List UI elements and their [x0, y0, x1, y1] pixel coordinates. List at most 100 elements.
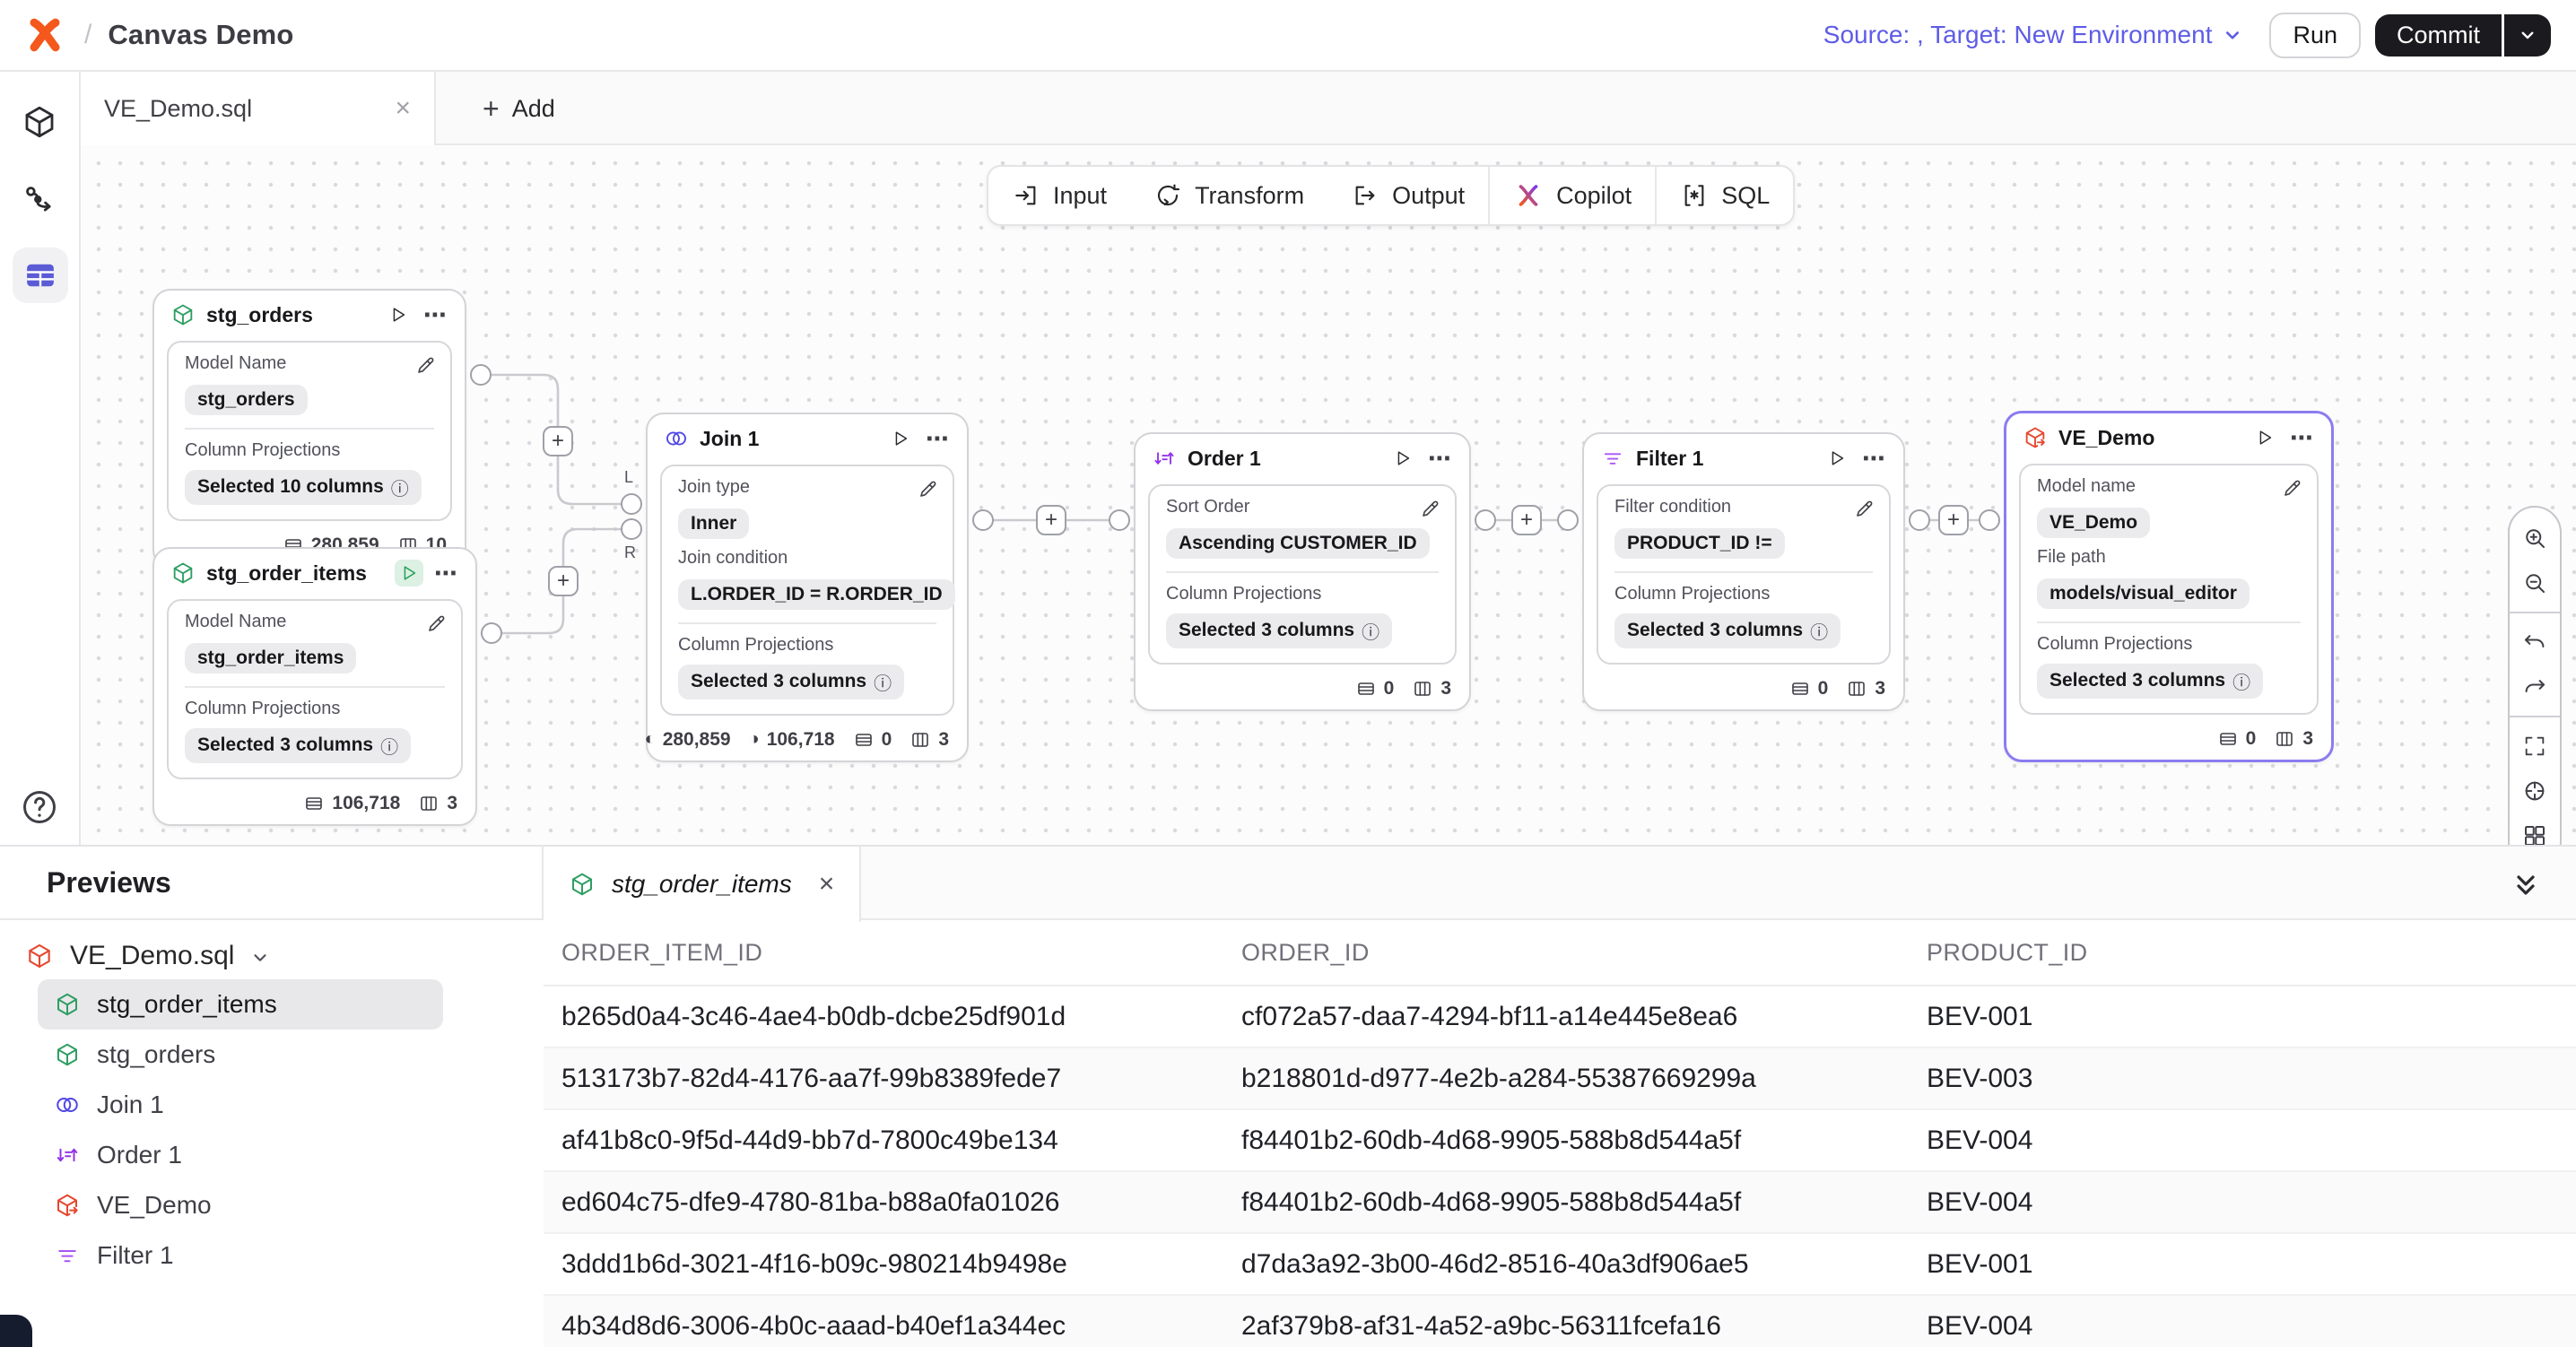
rail-table-button[interactable]: [13, 248, 68, 303]
port-filter-in[interactable]: [1557, 509, 1579, 531]
field-value-pill[interactable]: Selected 3 columnsⓘ: [185, 728, 411, 763]
field-value-pill[interactable]: Ascending CUSTOMER_ID: [1166, 528, 1430, 559]
zoom-in-button[interactable]: [2513, 517, 2556, 560]
tree-item-ve-demo[interactable]: VE_Demo: [38, 1180, 443, 1230]
sql-button[interactable]: SQL: [1657, 167, 1793, 224]
field-value-pill[interactable]: Selected 3 columnsⓘ: [2037, 664, 2263, 699]
rail-lineage-button[interactable]: [18, 179, 61, 222]
field-value-pill[interactable]: Selected 10 columnsⓘ: [185, 470, 422, 505]
field-value-pill[interactable]: Selected 3 columnsⓘ: [1166, 613, 1392, 648]
canvas-node-order-1[interactable]: Order 1 ⋯ Sort Order Ascending CUSTOMER_…: [1134, 432, 1471, 711]
tab-ve-demo-sql[interactable]: VE_Demo.sql ×: [81, 72, 436, 145]
node-menu-button[interactable]: ⋯: [434, 564, 459, 582]
environment-selector[interactable]: Source: , Target: New Environment: [1823, 21, 2245, 49]
node-menu-button[interactable]: ⋯: [423, 306, 448, 324]
edge-add-node-button[interactable]: +: [1511, 505, 1542, 535]
port-stg-orders-out[interactable]: [470, 364, 492, 386]
edit-icon[interactable]: [425, 613, 447, 635]
previews-panel-header: Previews: [0, 847, 2576, 920]
add-transform-button[interactable]: Transform: [1130, 167, 1327, 224]
top-bar: / Canvas Demo Source: , Target: New Envi…: [0, 0, 2576, 72]
close-preview-tab-icon[interactable]: ×: [819, 869, 835, 899]
add-input-button[interactable]: Input: [988, 167, 1130, 224]
chevron-down-icon[interactable]: [250, 948, 270, 968]
port-join-out[interactable]: [972, 509, 994, 531]
table-row[interactable]: 513173b7-82d4-4176-aa7f-99b8389fede7b218…: [544, 1048, 2576, 1110]
edit-icon[interactable]: [1419, 499, 1440, 520]
fit-view-button[interactable]: [2513, 725, 2556, 768]
edge-add-node-button[interactable]: +: [548, 566, 579, 596]
center-view-button[interactable]: [2513, 769, 2556, 813]
chat-widget[interactable]: [0, 1315, 32, 1347]
table-row[interactable]: af41b8c0-9f5d-44d9-bb7d-7800c49be134f844…: [544, 1110, 2576, 1172]
port-stg-order-items-out[interactable]: [481, 622, 502, 644]
field-value-pill[interactable]: models/visual_editor: [2037, 578, 2250, 609]
canvas-node-join-1[interactable]: Join 1 ⋯ Join type Inner Join condition …: [646, 413, 969, 762]
port-order-in[interactable]: [1109, 509, 1130, 531]
node-menu-button[interactable]: ⋯: [2290, 429, 2315, 447]
tree-item-join-1[interactable]: Join 1: [38, 1080, 443, 1130]
node-menu-button[interactable]: ⋯: [1862, 449, 1887, 467]
commit-button[interactable]: Commit: [2375, 14, 2502, 56]
rail-models-button[interactable]: [18, 100, 61, 143]
app-logo[interactable]: [25, 15, 65, 55]
undo-button[interactable]: [2513, 621, 2556, 664]
field-value-pill[interactable]: Selected 3 columnsⓘ: [1614, 613, 1841, 648]
field-value-pill[interactable]: Inner: [678, 508, 749, 539]
field-value-pill[interactable]: stg_order_items: [185, 643, 356, 674]
run-node-button[interactable]: [2250, 424, 2279, 451]
tree-item-stg-orders[interactable]: stg_orders: [38, 1030, 443, 1080]
column-header[interactable]: PRODUCT_ID: [1927, 939, 2576, 967]
add-tab-button[interactable]: + Add: [461, 72, 577, 145]
add-output-button[interactable]: Output: [1327, 167, 1488, 224]
tree-item-ve-demo-sql[interactable]: VE_Demo.sql: [0, 933, 544, 979]
copilot-button[interactable]: Copilot: [1490, 167, 1655, 224]
canvas-node-ve-demo[interactable]: VE_Demo ⋯ Model name VE_Demo File path m…: [2004, 411, 2334, 762]
edit-icon[interactable]: [414, 355, 436, 377]
tree-item-filter-1[interactable]: Filter 1: [38, 1230, 443, 1281]
canvas-node-stg-orders[interactable]: stg_orders ⋯ Model Name stg_orders Colum…: [152, 289, 466, 568]
edit-icon[interactable]: [917, 479, 938, 500]
field-value-pill[interactable]: L.ORDER_ID = R.ORDER_ID: [678, 579, 955, 610]
run-node-button[interactable]: [1823, 445, 1851, 472]
field-value-pill[interactable]: VE_Demo: [2037, 508, 2150, 538]
field-value-pill[interactable]: Selected 3 columnsⓘ: [678, 665, 904, 700]
canvas-node-stg-order-items[interactable]: stg_order_items ⋯ Model Name stg_order_i…: [152, 547, 477, 826]
commit-dropdown-button[interactable]: [2504, 14, 2551, 56]
column-header[interactable]: ORDER_ITEM_ID: [561, 939, 1241, 967]
table-row[interactable]: 4b34d8d6-3006-4b0c-aaad-b40ef1a344ec2af3…: [544, 1296, 2576, 1347]
canvas-node-filter-1[interactable]: Filter 1 ⋯ Filter condition PRODUCT_ID !…: [1582, 432, 1905, 711]
tree-item-stg-order-items[interactable]: stg_order_items: [38, 979, 443, 1030]
field-label: Column Projections: [1166, 584, 1439, 604]
edit-icon[interactable]: [2281, 478, 2302, 500]
run-node-button[interactable]: [395, 560, 423, 587]
help-button[interactable]: [20, 787, 59, 827]
edit-icon[interactable]: [1853, 499, 1875, 520]
run-node-button[interactable]: [384, 301, 413, 328]
port-order-out[interactable]: [1475, 509, 1496, 531]
port-vedemo-in[interactable]: [1979, 509, 2000, 531]
port-join-left-in[interactable]: [621, 493, 642, 515]
run-node-button[interactable]: [886, 425, 915, 452]
port-join-right-in[interactable]: [621, 518, 642, 540]
edge-add-node-button[interactable]: +: [1938, 505, 1969, 535]
node-menu-button[interactable]: ⋯: [926, 430, 951, 448]
column-header[interactable]: ORDER_ID: [1241, 939, 1927, 967]
redo-button[interactable]: [2513, 665, 2556, 708]
tree-item-order-1[interactable]: Order 1: [38, 1130, 443, 1180]
port-filter-out[interactable]: [1909, 509, 1930, 531]
table-row[interactable]: ed604c75-dfe9-4780-81ba-b88a0fa01026f844…: [544, 1172, 2576, 1234]
zoom-out-button[interactable]: [2513, 561, 2556, 604]
close-tab-icon[interactable]: ×: [395, 95, 411, 122]
node-menu-button[interactable]: ⋯: [1428, 449, 1453, 467]
edge-add-node-button[interactable]: +: [543, 426, 573, 456]
run-button[interactable]: Run: [2269, 13, 2361, 58]
edge-add-node-button[interactable]: +: [1036, 505, 1066, 535]
field-value-pill[interactable]: stg_orders: [185, 385, 308, 415]
run-node-button[interactable]: [1388, 445, 1417, 472]
preview-tab-stg-order-items[interactable]: stg_order_items ×: [544, 847, 861, 922]
table-row[interactable]: b265d0a4-3c46-4ae4-b0db-dcbe25df901dcf07…: [544, 986, 2576, 1048]
table-row[interactable]: 3ddd1b6d-3021-4f16-b09c-980214b9498ed7da…: [544, 1234, 2576, 1296]
collapse-panel-button[interactable]: [2511, 866, 2547, 902]
field-value-pill[interactable]: PRODUCT_ID !=: [1614, 528, 1785, 559]
